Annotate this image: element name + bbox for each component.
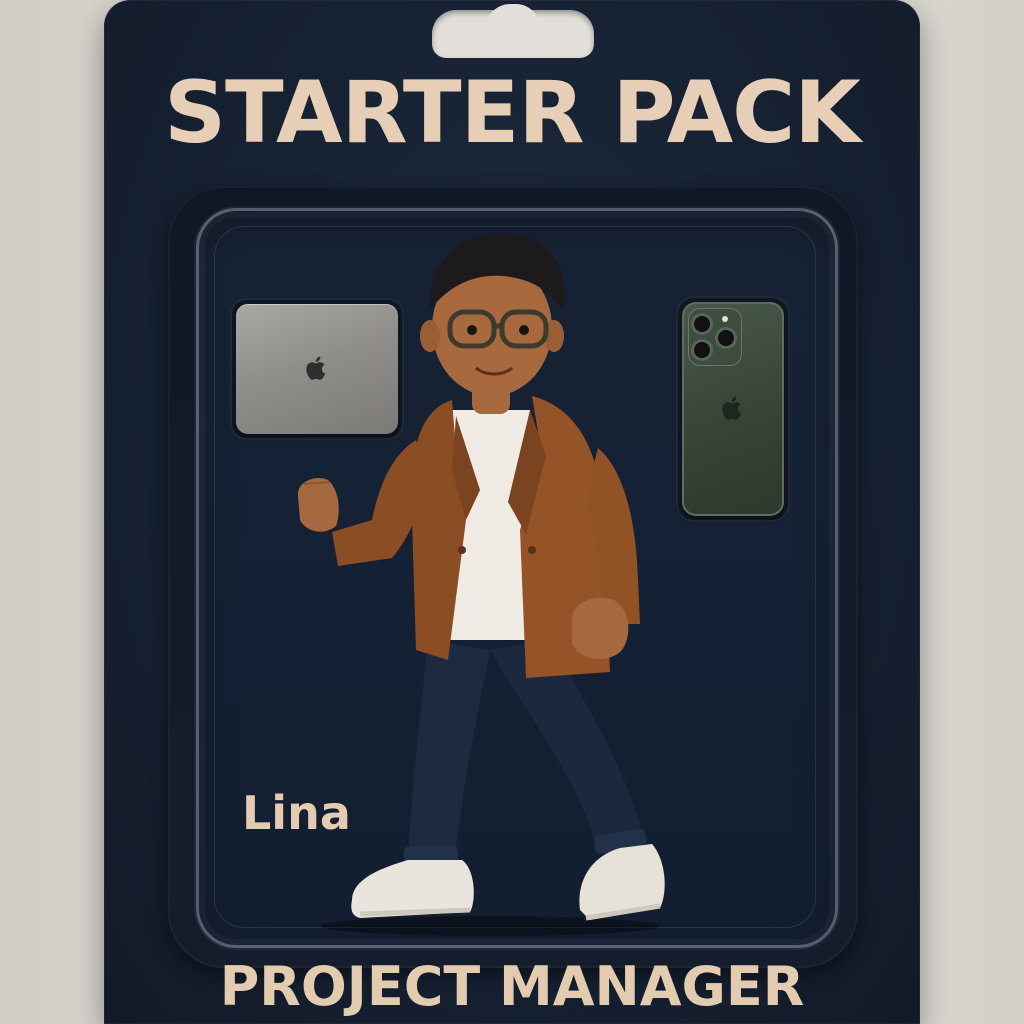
character-name: Lina [242, 786, 351, 840]
camera-lens-icon [718, 330, 734, 346]
camera-flash-icon [722, 316, 728, 322]
package-title: STARTER PACK [164, 63, 861, 163]
hang-hole [432, 4, 594, 58]
package-subtitle: PROJECT MANAGER [219, 955, 805, 1018]
apple-logo-icon [722, 396, 742, 420]
